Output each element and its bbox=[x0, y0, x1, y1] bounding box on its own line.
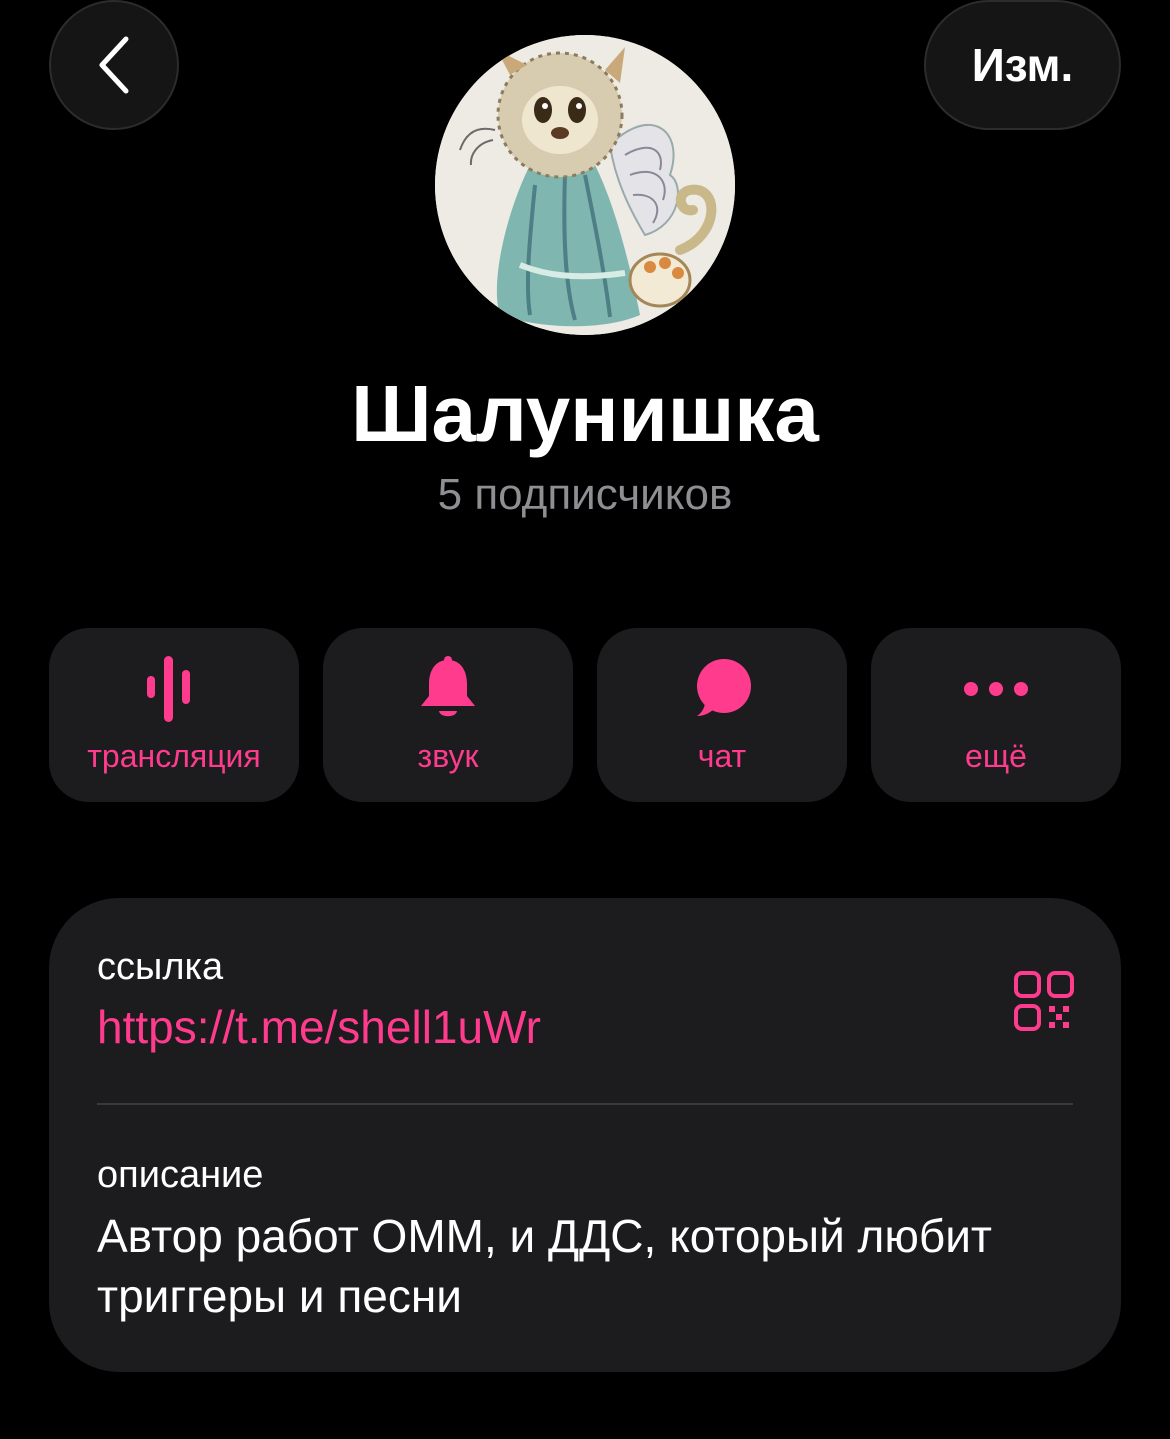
channel-link[interactable]: https://t.me/shell1uWr bbox=[97, 1000, 541, 1054]
description-text: Автор работ ОММ, и ДДС, который любит тр… bbox=[97, 1210, 993, 1322]
chat-label: чат bbox=[697, 738, 747, 774]
divider bbox=[97, 1103, 1073, 1105]
more-button[interactable]: ещё bbox=[871, 628, 1121, 802]
qr-code-icon[interactable] bbox=[1013, 970, 1075, 1032]
chevron-left-icon bbox=[99, 36, 129, 94]
bell-icon bbox=[421, 656, 475, 717]
sound-button[interactable]: звук bbox=[323, 628, 573, 802]
subscriber-count: 5 подписчиков bbox=[437, 470, 733, 519]
chat-bubble-icon bbox=[697, 659, 751, 716]
link-label: ссылка bbox=[97, 946, 224, 988]
channel-name: Шалунишка bbox=[351, 369, 819, 458]
avatar[interactable] bbox=[435, 35, 735, 335]
action-buttons: трансляция звук чат ещё bbox=[49, 628, 1121, 802]
back-button[interactable] bbox=[49, 0, 179, 130]
live-stream-label: трансляция bbox=[87, 738, 261, 774]
info-card: ссылка https://t.me/shell1uWr описание А… bbox=[49, 898, 1121, 1372]
live-stream-button[interactable]: трансляция bbox=[49, 628, 299, 802]
edit-button[interactable]: Изм. bbox=[924, 0, 1121, 130]
more-label: ещё bbox=[965, 738, 1027, 774]
chat-button[interactable]: чат bbox=[597, 628, 847, 802]
more-dots-icon bbox=[964, 682, 1028, 696]
live-stream-icon bbox=[147, 656, 190, 722]
description-label: описание bbox=[97, 1154, 264, 1196]
channel-profile-screen: Изм. Шалунишка 5 подписчиков трансляция … bbox=[0, 0, 1170, 1439]
avatar-image bbox=[435, 35, 735, 335]
sound-label: звук bbox=[417, 738, 479, 774]
